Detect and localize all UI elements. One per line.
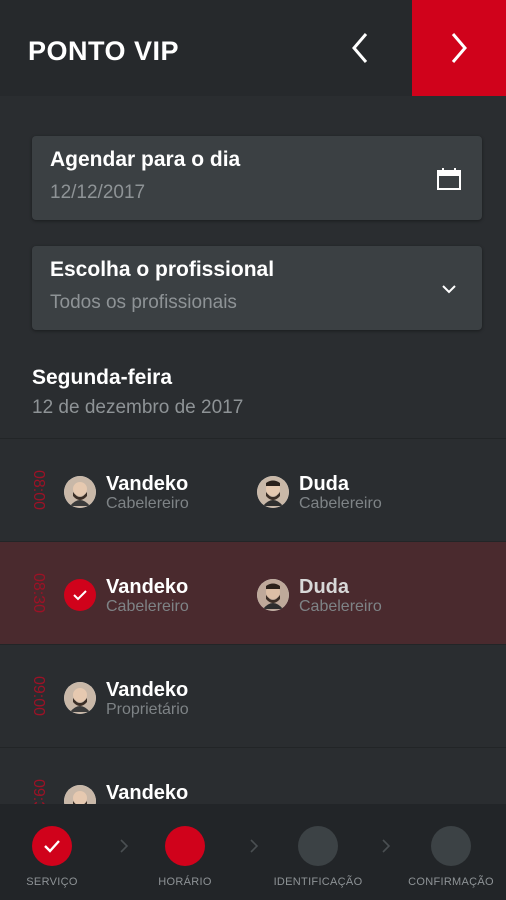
chevron-left-icon [352, 33, 368, 63]
app-header: PONTO VIP [0, 0, 506, 96]
professional-role: Cabelereiro [299, 495, 382, 512]
professional-role: Cabelereiro [106, 598, 189, 615]
avatar [64, 785, 96, 804]
date-field-label: Agendar para o dia [50, 148, 241, 171]
professional-name: Vandeko [106, 576, 189, 598]
step-servico-done[interactable] [32, 826, 72, 866]
chevron-down-icon[interactable] [436, 276, 462, 302]
professional-role: Cabelereiro [106, 495, 189, 512]
next-button[interactable] [412, 0, 506, 96]
date-field-value: 12/12/2017 [50, 182, 146, 203]
chevron-right-icon [118, 838, 130, 854]
time-slot[interactable]: 08:00 Vandeko Cabelereiro Duda Cabelerei… [0, 439, 506, 542]
day-date: 12 de dezembro de 2017 [32, 397, 244, 418]
step-confirmacao[interactable] [431, 826, 471, 866]
step-label: HORÁRIO [158, 876, 212, 888]
professional-name: Vandeko [106, 782, 189, 804]
slot-time: 09:30 [30, 778, 47, 804]
slot-time: 08:30 [30, 572, 47, 614]
avatar [64, 682, 96, 714]
back-button[interactable] [332, 20, 388, 76]
step-label: CONFIRMAÇÃO [408, 876, 494, 888]
professional-select[interactable]: Escolha o profissional Todos os profissi… [32, 246, 482, 330]
day-title: Segunda-feira [32, 366, 173, 389]
chevron-right-icon [380, 838, 392, 854]
calendar-icon[interactable] [436, 166, 462, 192]
slot-time: 08:00 [30, 469, 47, 511]
professional-field-value: Todos os profissionais [50, 292, 237, 313]
date-field[interactable]: Agendar para o dia 12/12/2017 [32, 136, 482, 220]
avatar [257, 476, 289, 508]
avatar [257, 579, 289, 611]
step-label: IDENTIFICAÇÃO [273, 876, 363, 888]
time-slot[interactable]: 09:30 Vandeko [0, 748, 506, 804]
slot-time: 09:00 [30, 675, 47, 717]
step-horario-active[interactable] [165, 826, 205, 866]
time-slot-selected[interactable]: 08:30 Vandeko Cabelereiro Duda Cabelerei… [0, 542, 506, 645]
chevron-right-icon [248, 838, 260, 854]
professional-name: Vandeko [106, 679, 189, 701]
avatar [64, 476, 96, 508]
progress-stepper: SERVIÇO HORÁRIO IDENTIFICAÇÃO CONFIRMAÇÃ… [0, 804, 506, 900]
time-slot-list[interactable]: 08:00 Vandeko Cabelereiro Duda Cabelerei… [0, 438, 506, 804]
professional-field-label: Escolha o profissional [50, 258, 275, 281]
app-title: PONTO VIP [28, 36, 180, 66]
check-icon [64, 579, 96, 611]
step-label: SERVIÇO [26, 876, 78, 888]
chevron-right-icon [451, 33, 467, 63]
professional-role: Proprietário [106, 701, 189, 718]
professional-name: Duda [299, 473, 349, 495]
time-slot[interactable]: 09:00 Vandeko Proprietário [0, 645, 506, 748]
step-identificacao[interactable] [298, 826, 338, 866]
professional-name: Duda [299, 576, 349, 598]
professional-name: Vandeko [106, 473, 189, 495]
professional-role: Cabelereiro [299, 598, 382, 615]
check-icon [44, 840, 60, 853]
